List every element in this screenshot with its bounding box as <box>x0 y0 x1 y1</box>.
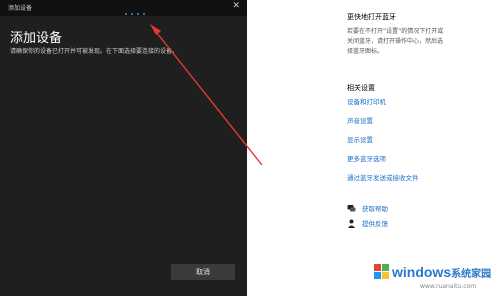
add-device-dialog: 添加设备 ✕ 添加设备 请确保你的设备已打开并可被发现。在下面选择要连接的设备。… <box>0 0 247 296</box>
link-devices-printers[interactable]: 设备和打印机 <box>347 96 386 106</box>
close-icon[interactable]: ✕ <box>232 1 240 11</box>
watermark: windows系统家园 www.ruanaitu.com <box>372 258 500 296</box>
link-sound-settings[interactable]: 声音设置 <box>347 115 373 125</box>
get-help-row[interactable]: 获取帮助 <box>347 203 388 213</box>
dialog-titlebar: 添加设备 ✕ <box>0 0 247 16</box>
progress-indicator <box>125 13 145 15</box>
link-send-receive-bluetooth[interactable]: 通过蓝牙发送或接收文件 <box>347 172 419 182</box>
watermark-url: www.ruanaitu.com <box>420 283 477 290</box>
feedback-link[interactable]: 提供反馈 <box>362 218 388 228</box>
quick-bluetooth-text: 若要在不打开“设置”的情况下打开或关闭蓝牙，请打开操作中心，然后选择蓝牙图标。 <box>347 28 444 55</box>
link-display-settings[interactable]: 显示设置 <box>347 134 373 144</box>
help-chat-icon <box>347 204 356 211</box>
quick-bluetooth-heading: 更快地打开蓝牙 <box>347 13 396 21</box>
link-more-bluetooth-options[interactable]: 更多蓝牙选项 <box>347 153 386 163</box>
dialog-heading: 添加设备 <box>10 31 63 46</box>
window-title: 添加设备 <box>8 5 33 12</box>
cancel-button[interactable]: 取消 <box>171 264 235 280</box>
related-settings-heading: 相关设置 <box>347 84 375 92</box>
watermark-text: windows系统家园 <box>392 264 492 280</box>
feedback-person-icon <box>348 219 355 228</box>
dialog-description: 请确保你的设备已打开并可被发现。在下面选择要连接的设备。 <box>10 48 179 55</box>
windows-logo-icon <box>374 264 389 279</box>
feedback-row[interactable]: 提供反馈 <box>347 218 388 228</box>
get-help-link[interactable]: 获取帮助 <box>362 203 388 213</box>
